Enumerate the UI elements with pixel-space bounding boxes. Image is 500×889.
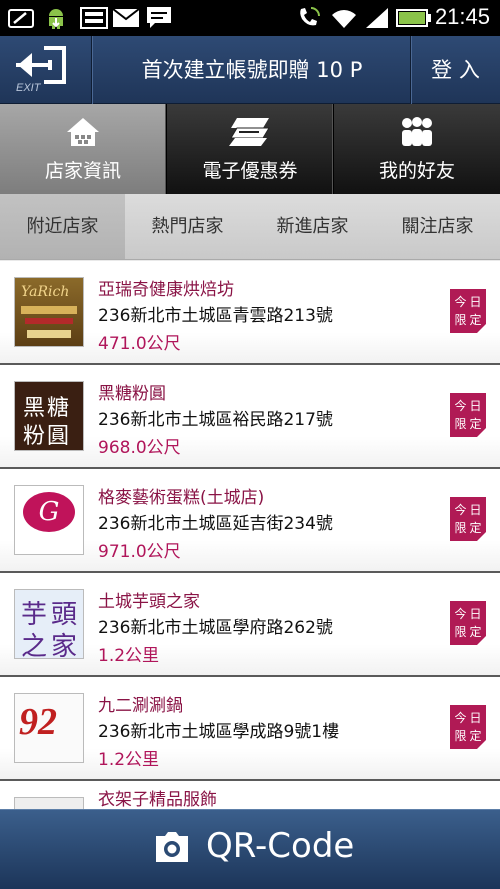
qr-code-label: QR-Code <box>206 826 355 866</box>
today-only-badge[interactable]: 今日 限定 <box>450 601 486 645</box>
store-address: 236新北市土城區學府路262號 <box>98 618 333 638</box>
exit-icon <box>16 46 66 84</box>
store-distance: 1.2公里 <box>98 646 160 666</box>
tab-store-info[interactable]: 店家資訊 <box>0 104 167 194</box>
subtab-followed[interactable]: 關注店家 <box>375 194 500 259</box>
qr-code-button[interactable]: QR-Code <box>0 809 500 889</box>
store-name: 亞瑞奇健康烘焙坊 <box>98 280 234 300</box>
main-tabs: 店家資訊 電子優惠券 我的好友 <box>0 104 500 194</box>
app-header: EXIT 首次建立帳號即贈 10 P 登 入 <box>0 36 500 104</box>
store-logo: YaRich <box>14 277 84 347</box>
tab-label: 店家資訊 <box>44 160 121 182</box>
store-distance: 471.0公尺 <box>98 334 181 354</box>
store-address: 236新北市土城區延吉街234號 <box>98 514 333 534</box>
chat-icon <box>146 6 172 30</box>
battery-icon <box>396 6 432 30</box>
store-address: 236新北市土城區學成路9號1樓 <box>98 722 340 742</box>
image-icon <box>80 6 108 30</box>
store-name: 黑糖粉圓 <box>98 384 166 404</box>
header-title: 首次建立帳號即贈 10 P <box>141 58 363 82</box>
tab-label: 我的好友 <box>378 160 455 182</box>
store-logo: 芋 頭 之 家 <box>14 589 84 659</box>
friends-icon <box>399 116 435 152</box>
subtab-popular[interactable]: 熱門店家 <box>125 194 250 259</box>
store-name: 九二涮涮鍋 <box>98 696 183 716</box>
today-only-badge[interactable]: 今日 限定 <box>450 705 486 749</box>
store-address: 236新北市土城區青雲路213號 <box>98 306 333 326</box>
store-list[interactable]: YaRich 亞瑞奇健康烘焙坊 236新北市土城區青雲路213號 471.0公尺… <box>0 261 500 809</box>
exit-label: EXIT <box>16 82 41 94</box>
store-icon <box>65 116 101 152</box>
store-distance: 971.0公尺 <box>98 542 181 562</box>
today-only-badge[interactable]: 今日 限定 <box>450 393 486 437</box>
camera-icon <box>156 832 188 862</box>
store-distance: 968.0公尺 <box>98 438 181 458</box>
subtab-new[interactable]: 新進店家 <box>250 194 375 259</box>
store-logo: G <box>14 485 84 555</box>
screenshot-icon <box>8 6 36 30</box>
list-item[interactable]: 衣架子精品服飾 <box>0 781 500 809</box>
today-only-badge[interactable]: 今日 限定 <box>450 289 486 333</box>
tab-label: 電子優惠券 <box>202 160 298 182</box>
clock: 21:45 <box>434 4 490 29</box>
list-item[interactable]: YaRich 亞瑞奇健康烘焙坊 236新北市土城區青雲路213號 471.0公尺… <box>0 261 500 365</box>
store-name: 土城芋頭之家 <box>98 592 200 612</box>
mail-icon <box>112 6 140 30</box>
wifi-icon <box>330 6 358 30</box>
list-item[interactable]: G 格麥藝術蛋糕(土城店) 236新北市土城區延吉街234號 971.0公尺 今… <box>0 469 500 573</box>
store-name: 格麥藝術蛋糕(土城店) <box>98 488 265 508</box>
store-address: 236新北市土城區裕民路217號 <box>98 410 333 430</box>
tab-coupons[interactable]: 電子優惠券 <box>167 104 334 194</box>
store-logo: 92 <box>14 693 84 763</box>
sub-tabs: 附近店家 熱門店家 新進店家 關注店家 <box>0 194 500 260</box>
android-icon <box>44 6 68 30</box>
status-bar: 21:45 <box>0 0 500 36</box>
phone-wifi-icon <box>296 6 322 30</box>
today-only-badge[interactable]: 今日 限定 <box>450 497 486 541</box>
exit-button[interactable]: EXIT <box>0 36 92 104</box>
store-logo: 黑糖 粉圓 <box>14 381 84 451</box>
list-item[interactable]: 92 九二涮涮鍋 236新北市土城區學成路9號1樓 1.2公里 今日 限定 <box>0 677 500 781</box>
store-logo <box>14 797 84 809</box>
coupon-icon <box>229 116 271 152</box>
store-distance: 1.2公里 <box>98 750 160 770</box>
store-name: 衣架子精品服飾 <box>98 790 217 809</box>
subtab-nearby[interactable]: 附近店家 <box>0 194 125 259</box>
list-item[interactable]: 黑糖 粉圓 黑糖粉圓 236新北市土城區裕民路217號 968.0公尺 今日 限定 <box>0 365 500 469</box>
signal-icon <box>364 6 390 30</box>
list-item[interactable]: 芋 頭 之 家 土城芋頭之家 236新北市土城區學府路262號 1.2公里 今日… <box>0 573 500 677</box>
tab-friends[interactable]: 我的好友 <box>334 104 500 194</box>
login-button[interactable]: 登 入 <box>410 36 500 104</box>
